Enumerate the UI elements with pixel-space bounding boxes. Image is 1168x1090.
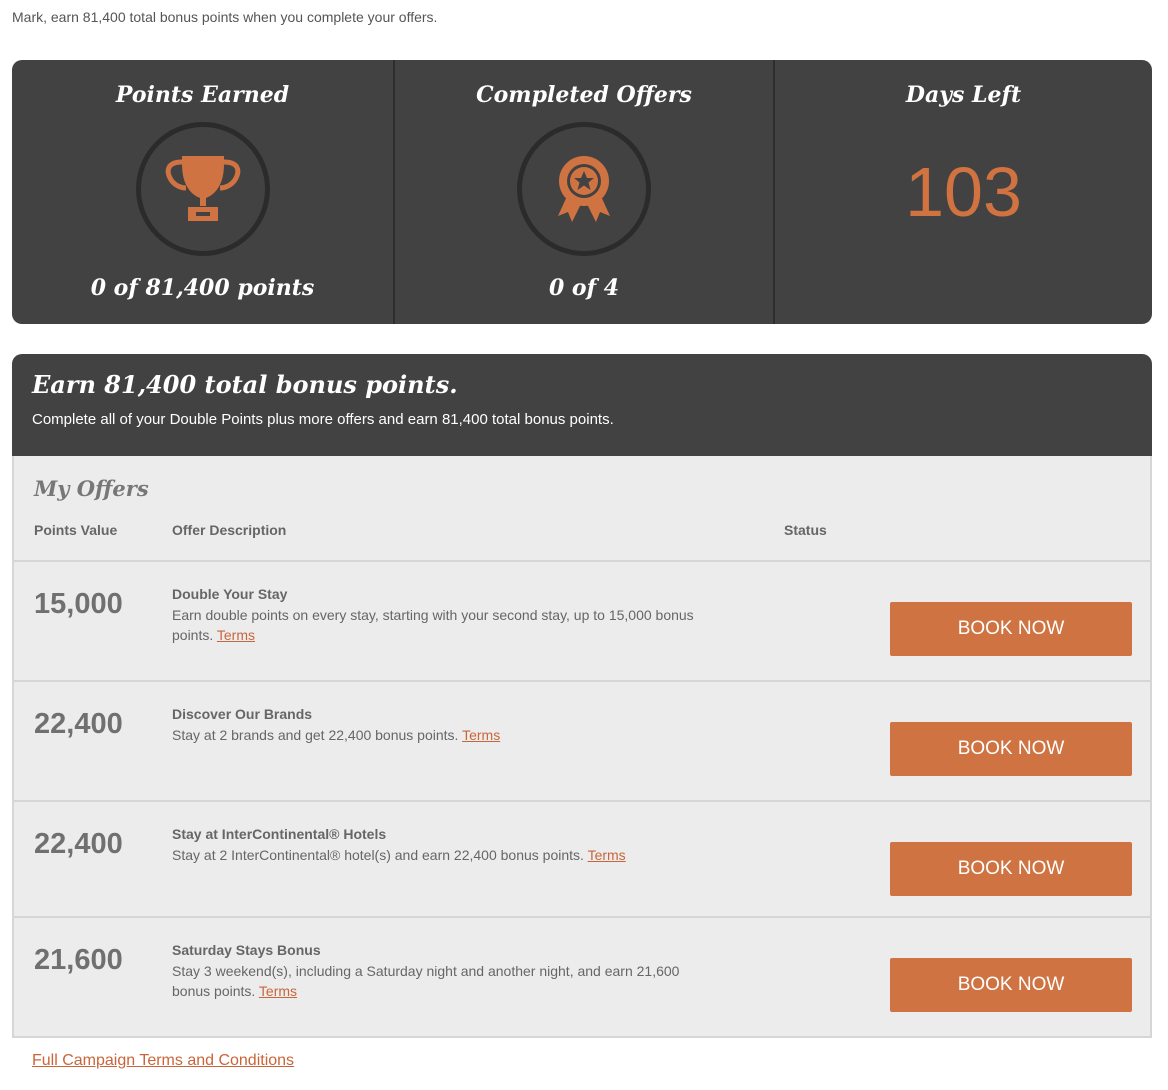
offer-description: Stay at 2 brands and get 22,400 bonus po… <box>172 725 712 745</box>
offer-points: 15,000 <box>34 588 123 620</box>
offer-row: 15,000 Double Your Stay Earn double poin… <box>14 562 1150 682</box>
offer-description-text: Stay 3 weekend(s), including a Saturday … <box>172 963 680 999</box>
completed-offers-title: Completed Offers <box>476 82 692 108</box>
offer-points: 22,400 <box>34 828 123 860</box>
points-earned-value: 0 of 81,400 points <box>90 275 315 301</box>
book-now-button[interactable]: BOOK NOW <box>890 842 1132 896</box>
points-ring <box>135 122 270 256</box>
intro-text: Mark, earn 81,400 total bonus points whe… <box>12 9 438 25</box>
offer-row: 22,400 Discover Our Brands Stay at 2 bra… <box>14 682 1150 802</box>
my-offers-heading: My Offers <box>34 476 149 501</box>
stats-panel: Points Earned 0 of 81,400 points Complet… <box>12 60 1152 324</box>
terms-link[interactable]: Terms <box>588 847 626 863</box>
completed-offers-stat: Completed Offers 0 of 4 <box>393 60 773 324</box>
offers-table-header: My Offers Points Value Offer Description… <box>14 456 1150 562</box>
column-header-offer-description: Offer Description <box>172 522 287 538</box>
panel-subtitle: Complete all of your Double Points plus … <box>32 411 614 428</box>
book-now-button[interactable]: BOOK NOW <box>890 958 1132 1012</box>
offer-row: 22,400 Stay at InterContinental® Hotels … <box>14 802 1150 918</box>
trophy-icon <box>165 156 240 221</box>
days-left-value: 103 <box>905 153 1022 231</box>
book-now-button[interactable]: BOOK NOW <box>890 602 1132 656</box>
offers-ring <box>517 122 651 256</box>
offer-points: 22,400 <box>34 708 123 740</box>
terms-link[interactable]: Terms <box>217 627 255 643</box>
offers-table: My Offers Points Value Offer Description… <box>12 456 1152 1038</box>
full-campaign-terms-link[interactable]: Full Campaign Terms and Conditions <box>32 1052 294 1070</box>
offer-points: 21,600 <box>34 944 123 976</box>
completed-offers-value: 0 of 4 <box>548 275 620 301</box>
points-earned-title: Points Earned <box>115 82 290 108</box>
offer-description-text: Stay at 2 brands and get 22,400 bonus po… <box>172 727 463 743</box>
days-left-stat: Days Left 103 <box>773 60 1152 324</box>
offer-description-text: Stay at 2 InterContinental® hotel(s) and… <box>172 847 588 863</box>
offer-description: Stay at 2 InterContinental® hotel(s) and… <box>172 845 712 865</box>
offer-row: 21,600 Saturday Stays Bonus Stay 3 weeke… <box>14 918 1150 1036</box>
offers-panel: Earn 81,400 total bonus points. Complete… <box>12 354 1152 1038</box>
panel-title: Earn 81,400 total bonus points. <box>32 370 458 399</box>
offer-title: Double Your Stay <box>172 586 288 602</box>
days-left-title: Days Left <box>905 82 1022 108</box>
offer-description: Stay 3 weekend(s), including a Saturday … <box>172 961 712 1001</box>
offer-title: Stay at InterContinental® Hotels <box>172 826 387 842</box>
offers-panel-header: Earn 81,400 total bonus points. Complete… <box>12 354 1152 456</box>
offer-title: Saturday Stays Bonus <box>172 942 321 958</box>
points-earned-stat: Points Earned 0 of 81,400 points <box>12 60 393 324</box>
column-header-points-value: Points Value <box>34 522 118 538</box>
offer-description: Earn double points on every stay, starti… <box>172 605 712 645</box>
terms-link[interactable]: Terms <box>462 727 500 743</box>
terms-link[interactable]: Terms <box>259 983 297 999</box>
award-ribbon-icon <box>558 156 610 222</box>
offer-title: Discover Our Brands <box>172 706 313 722</box>
column-header-status: Status <box>784 522 827 538</box>
book-now-button[interactable]: BOOK NOW <box>890 722 1132 776</box>
